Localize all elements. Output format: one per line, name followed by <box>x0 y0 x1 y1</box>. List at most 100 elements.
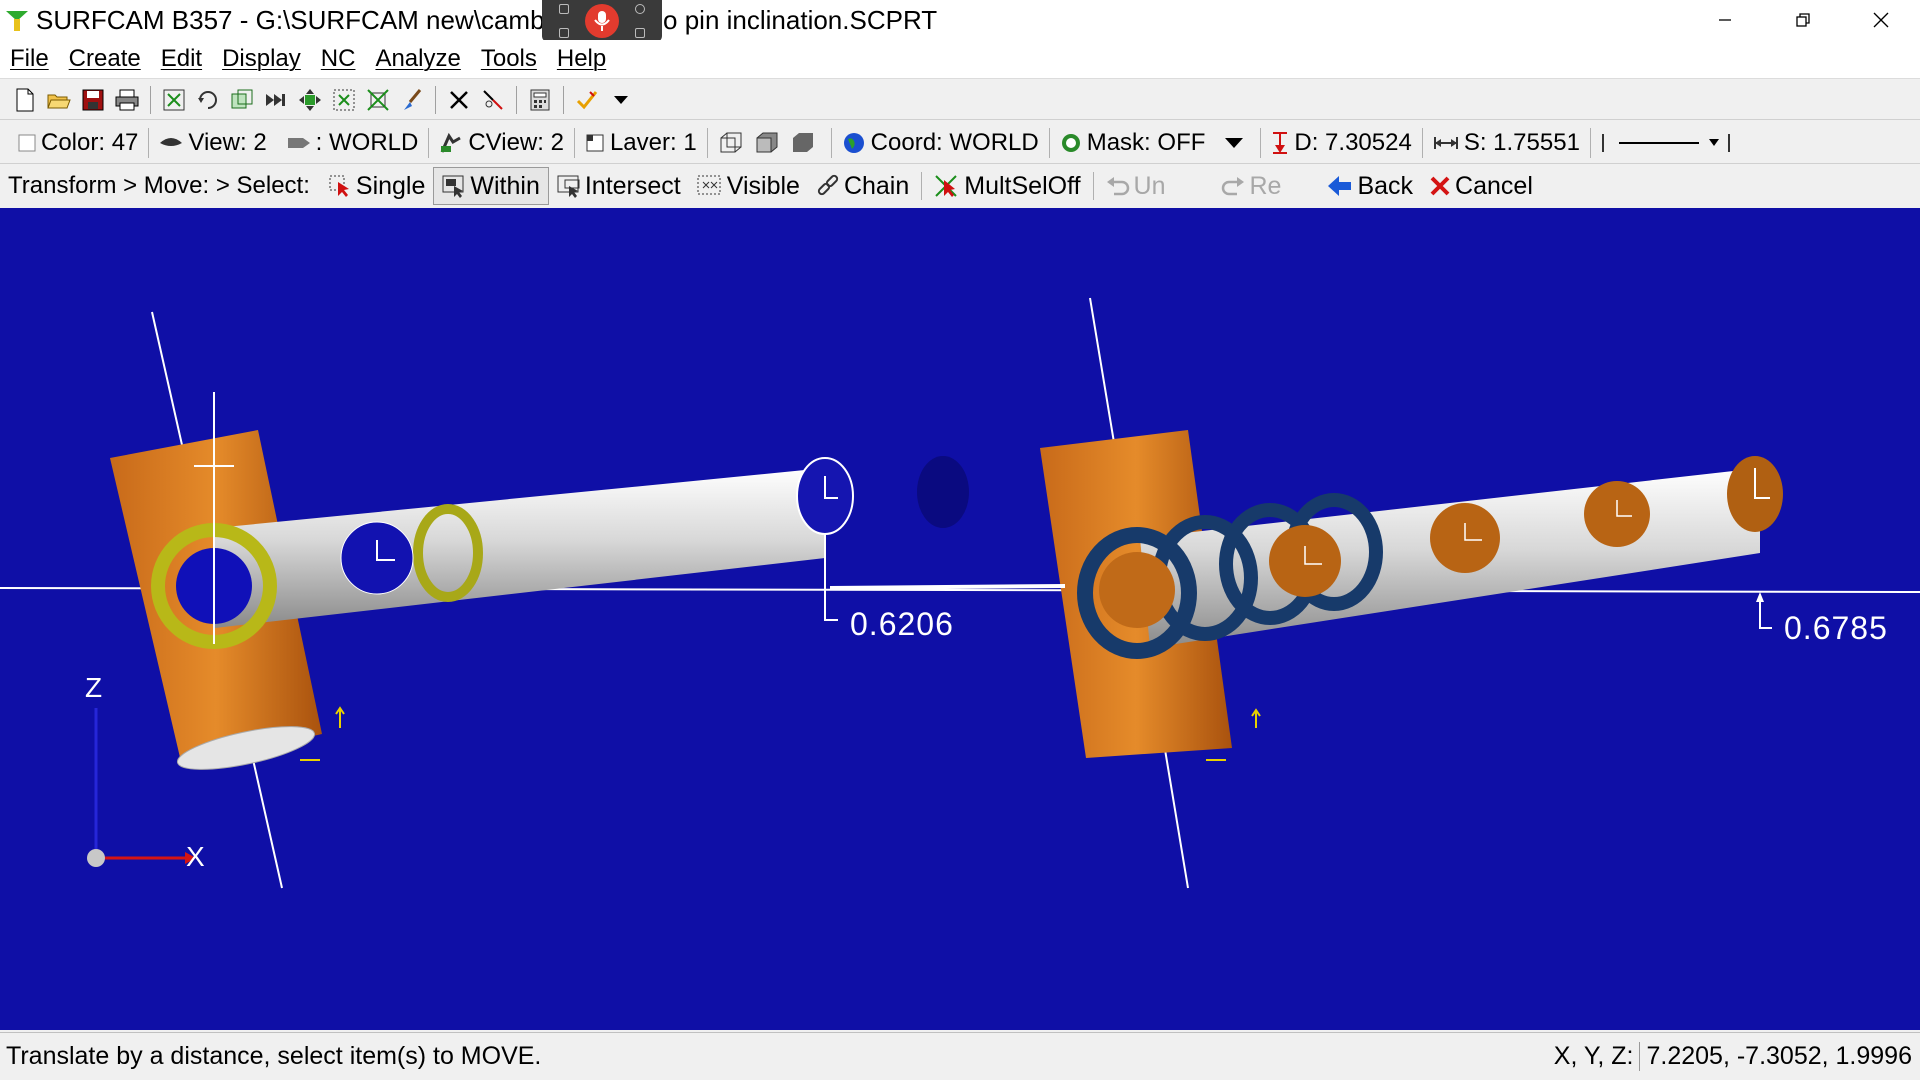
world-value: : WORLD <box>315 128 419 156</box>
right-orange-disc-1 <box>1099 552 1175 628</box>
select-single-button[interactable]: Single <box>320 168 434 204</box>
menu-file[interactable]: File <box>0 45 59 73</box>
minimize-icon <box>1719 19 1731 21</box>
cview-icon <box>440 132 462 153</box>
color-field[interactable]: Color: 47 <box>8 129 148 157</box>
prompt-bar: Transform > Move: > Select: Single Withi… <box>0 166 1920 206</box>
recorder-overlay <box>542 0 662 42</box>
menu-tools[interactable]: Tools <box>471 45 547 73</box>
redo-button[interactable]: Re <box>1213 168 1289 204</box>
triad-origin <box>87 849 105 867</box>
menu-analyze[interactable]: Analyze <box>365 45 470 73</box>
mask-icon <box>1061 133 1080 152</box>
window-controls <box>1686 0 1920 40</box>
main-toolbar <box>0 80 1920 120</box>
mask-field[interactable]: Mask: OFF <box>1050 129 1261 157</box>
solid-icon[interactable] <box>790 131 816 155</box>
cancel-x-icon <box>1430 176 1450 196</box>
eye-icon <box>160 137 183 146</box>
within-select-icon <box>442 175 464 198</box>
microphone-icon <box>594 11 610 31</box>
zoom-out-icon[interactable] <box>364 86 392 114</box>
coord-field[interactable]: Coord: WORLD <box>832 129 1049 157</box>
chevron-down-icon[interactable] <box>1223 136 1245 150</box>
print-icon[interactable] <box>113 86 141 114</box>
title-bar: SURFCAM B357 - G:\SURFCAM new\camber ctu… <box>0 0 1920 40</box>
view-value: View: 2 <box>188 128 267 156</box>
menu-edit[interactable]: Edit <box>151 45 212 73</box>
bottom-status-bar: Translate by a distance, select item(s) … <box>0 1032 1920 1080</box>
select-chain-button[interactable]: Chain <box>808 168 917 204</box>
color-value: Color: 47 <box>41 128 139 156</box>
layer-field[interactable]: Laver: 1 <box>575 129 707 157</box>
step-value: S: 1.75551 <box>1463 128 1580 156</box>
zoom-extents-icon[interactable] <box>160 86 188 114</box>
chain-icon <box>817 174 839 196</box>
restore-icon <box>1796 13 1810 27</box>
view-mode-buttons <box>708 131 831 155</box>
microphone-button[interactable] <box>585 4 619 38</box>
intersect-select-icon <box>557 175 580 198</box>
view-field[interactable]: View: 2 <box>149 129 276 157</box>
axis-label-x: X <box>186 841 206 872</box>
depth-value: D: 7.30524 <box>1294 128 1412 156</box>
close-icon <box>1873 12 1889 28</box>
fast-forward-icon[interactable] <box>262 86 290 114</box>
select-visible-button[interactable]: Visible <box>689 168 808 204</box>
graphics-viewport[interactable]: 0.6206 0.6785 Z X <box>0 208 1920 1030</box>
globe-icon <box>843 132 864 153</box>
calculator-icon[interactable] <box>526 86 554 114</box>
cancel-button[interactable]: Cancel <box>1421 168 1541 204</box>
multsel-icon <box>935 175 957 197</box>
select-within-button[interactable]: Within <box>433 167 549 205</box>
world-field[interactable]: : WORLD <box>277 129 429 157</box>
line-style-icon <box>1601 133 1730 152</box>
layer-icon <box>586 134 604 151</box>
single-select-icon <box>329 175 349 197</box>
recorder-right-controls[interactable] <box>633 4 647 38</box>
redo-icon <box>1222 177 1245 196</box>
minimize-button[interactable] <box>1686 0 1764 40</box>
viewport-scene <box>0 297 1920 889</box>
dropdown-arrow-icon[interactable] <box>607 86 635 114</box>
menu-nc[interactable]: NC <box>311 45 366 73</box>
zoom-window-icon[interactable] <box>228 86 256 114</box>
undo-icon <box>1106 177 1129 196</box>
mask-value: Mask: OFF <box>1086 128 1206 156</box>
floating-blue-disc <box>917 456 969 528</box>
menu-display[interactable]: Display <box>212 45 311 73</box>
delete-x-icon[interactable] <box>445 86 473 114</box>
axis-label-z: Z <box>85 672 104 703</box>
xyz-value: 7.2205, -7.3052, 1.9996 <box>1646 1042 1912 1070</box>
xyz-label: X, Y, Z: <box>1554 1042 1641 1071</box>
depth-field[interactable]: D: 7.30524 <box>1261 129 1421 157</box>
step-field[interactable]: S: 1.75551 <box>1423 129 1590 157</box>
select-intersect-button[interactable]: Intersect <box>549 168 689 204</box>
open-folder-icon[interactable] <box>45 86 73 114</box>
menu-help[interactable]: Help <box>547 45 616 73</box>
pan-icon[interactable] <box>296 86 324 114</box>
wireframe-icon[interactable] <box>718 131 744 155</box>
trim-icon[interactable] <box>479 86 507 114</box>
brush-icon[interactable] <box>398 86 426 114</box>
construction-plane-icon <box>287 137 310 148</box>
cview-field[interactable]: CView: 2 <box>429 129 574 157</box>
multsel-toggle-button[interactable]: MultSelOff <box>926 168 1088 204</box>
restore-button[interactable] <box>1764 0 1842 40</box>
undo-button[interactable]: Un <box>1098 168 1174 204</box>
recorder-left-controls[interactable] <box>557 4 571 38</box>
checkmark-icon[interactable] <box>573 86 601 114</box>
back-arrow-icon <box>1328 176 1352 196</box>
save-icon[interactable] <box>79 86 107 114</box>
rotate-view-icon[interactable] <box>194 86 222 114</box>
shaded-icon[interactable] <box>754 131 780 155</box>
back-button[interactable]: Back <box>1319 168 1421 204</box>
right-dimension-arrow <box>1756 592 1764 602</box>
menu-create[interactable]: Create <box>59 45 151 73</box>
zoom-in-icon[interactable] <box>330 86 358 114</box>
step-icon <box>1433 136 1458 149</box>
dimension-label-right: 0.6785 <box>1784 610 1888 646</box>
new-file-icon[interactable] <box>11 86 39 114</box>
close-button[interactable] <box>1842 0 1920 40</box>
line-style-dropdown[interactable] <box>1591 133 1756 153</box>
